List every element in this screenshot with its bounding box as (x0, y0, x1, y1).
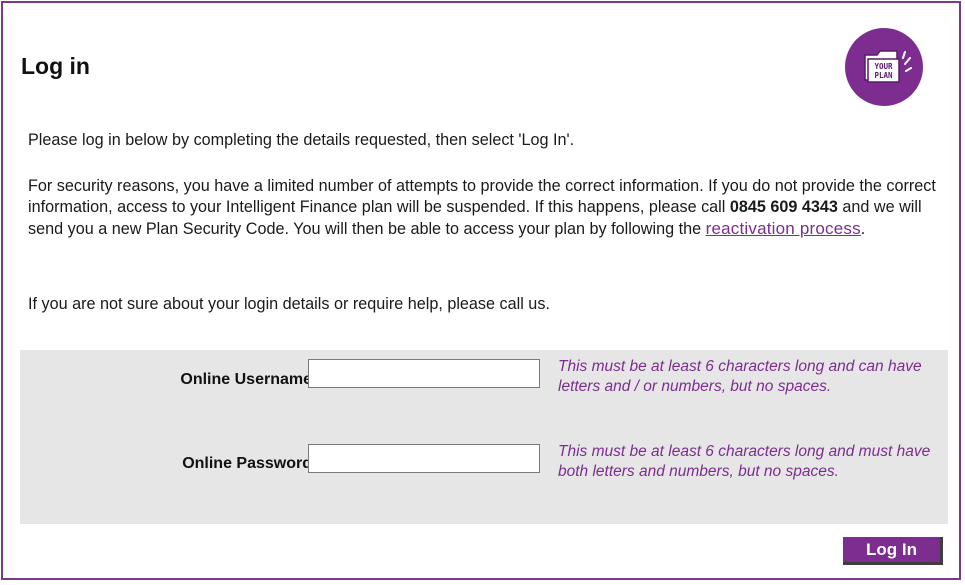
reactivation-process-link[interactable]: reactivation process (706, 219, 861, 238)
help-text: If you are not sure about your login det… (28, 295, 550, 313)
logo-text-bottom: PLAN (874, 71, 893, 80)
login-panel: Log in YOUR PLAN Please log in below by … (1, 1, 961, 580)
security-period: . (860, 220, 866, 238)
logo-text-top: YOUR (874, 62, 893, 71)
username-input[interactable] (308, 359, 540, 388)
your-plan-logo: YOUR PLAN (845, 28, 923, 106)
folder-icon: YOUR PLAN (864, 50, 912, 83)
login-form: Online Username This must be at least 6 … (20, 350, 948, 524)
login-button[interactable]: Log In (843, 537, 943, 565)
phone-number: 0845 609 4343 (729, 198, 838, 216)
password-label: Online Password (182, 455, 312, 472)
username-label: Online Username (180, 371, 312, 388)
security-notice: For security reasons, you have a limited… (28, 176, 938, 240)
password-input[interactable] (308, 444, 540, 473)
page-title: Log in (21, 53, 90, 79)
intro-instruction: Please log in below by completing the de… (28, 131, 575, 149)
username-hint: This must be at least 6 characters long … (558, 358, 922, 395)
password-hint: This must be at least 6 characters long … (558, 443, 931, 480)
